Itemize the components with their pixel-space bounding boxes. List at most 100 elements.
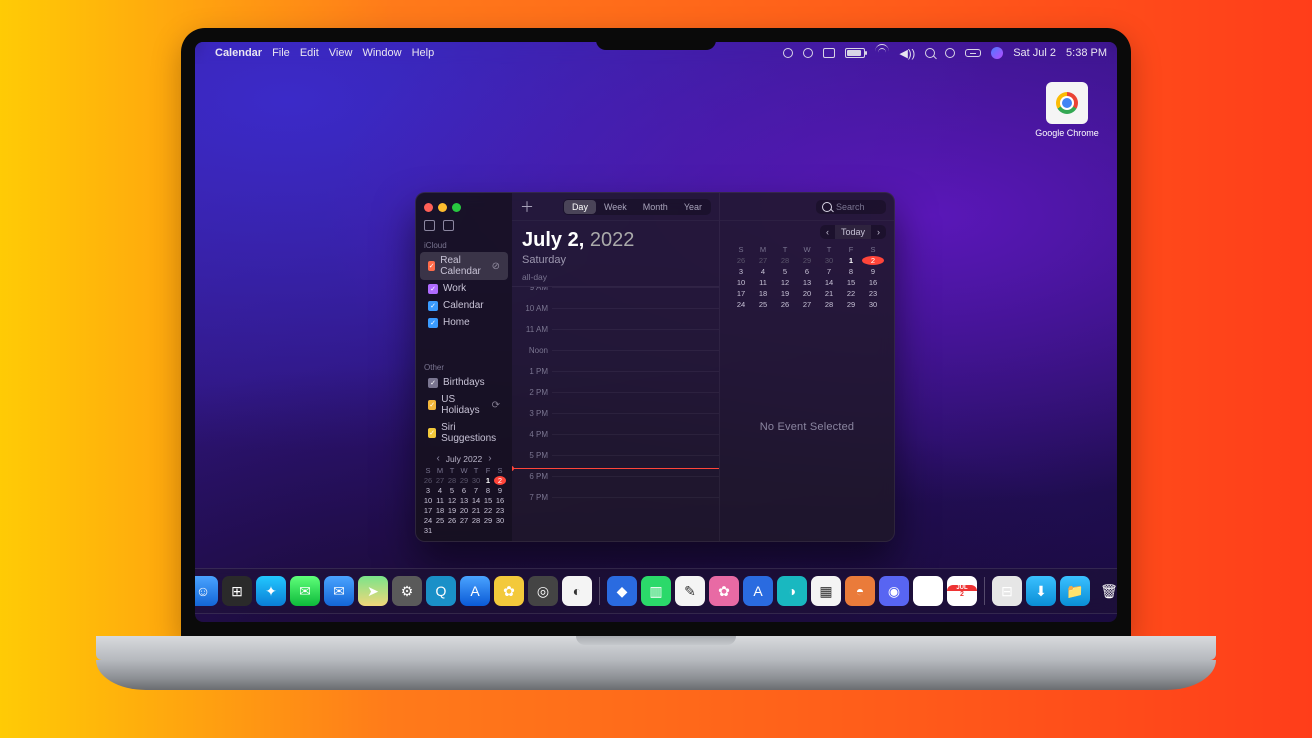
dock-desktop-folder[interactable]: ⊟ <box>992 576 1022 606</box>
mini-day[interactable]: 22 <box>840 289 862 298</box>
mini-day[interactable]: 11 <box>434 496 446 505</box>
menu-edit[interactable]: Edit <box>300 47 319 59</box>
dock-app[interactable]: ✿ <box>709 576 739 606</box>
mini-day[interactable]: 23 <box>494 506 506 515</box>
checkbox-icon[interactable]: ✓ <box>428 428 436 438</box>
dock-folder[interactable]: 📁 <box>1060 576 1090 606</box>
sidebar-item[interactable]: ✓US Holidays⟳ <box>420 391 508 419</box>
segment-month[interactable]: Month <box>635 200 676 214</box>
today-button[interactable]: Today <box>835 225 871 239</box>
dock-app[interactable]: ✎ <box>675 576 705 606</box>
mini-day[interactable]: 26 <box>774 300 796 309</box>
mini-day[interactable]: 28 <box>818 300 840 309</box>
menubar-extra-icon[interactable] <box>783 48 793 58</box>
search-input[interactable]: Search <box>816 200 886 214</box>
sidebar-item[interactable]: ✓Work <box>420 280 508 297</box>
add-event-button[interactable]: ＋ <box>520 200 534 214</box>
dock-maps[interactable]: ➤ <box>358 576 388 606</box>
mini-day[interactable]: 31 <box>422 526 434 535</box>
sidebar-item[interactable]: ✓Birthdays <box>420 374 508 391</box>
mini-day[interactable]: 24 <box>730 300 752 309</box>
checkbox-icon[interactable]: ✓ <box>428 261 435 271</box>
mini-day[interactable]: 6 <box>796 267 818 276</box>
menubar-extra-icon[interactable] <box>803 48 813 58</box>
dock-app[interactable]: ◓ <box>845 576 875 606</box>
mini-day[interactable]: 25 <box>434 516 446 525</box>
menu-window[interactable]: Window <box>362 47 401 59</box>
dock-app[interactable]: ✿ <box>494 576 524 606</box>
mini-day[interactable]: 29 <box>482 516 494 525</box>
mini-day[interactable]: 21 <box>818 289 840 298</box>
mini-day[interactable]: 23 <box>862 289 884 298</box>
mini-day[interactable]: 27 <box>458 516 470 525</box>
segment-day[interactable]: Day <box>564 200 596 214</box>
mini-day[interactable]: 14 <box>818 278 840 287</box>
mini-day[interactable]: 27 <box>796 300 818 309</box>
checkbox-icon[interactable]: ✓ <box>428 318 438 328</box>
mini-day[interactable]: 26 <box>730 256 752 265</box>
dock-slack[interactable]: ✱ <box>913 576 943 606</box>
hour-grid[interactable]: 9 AM10 AM11 AMNoon1 PM2 PM3 PM4 PM5 PM6 … <box>512 287 719 541</box>
mini-day[interactable]: 25 <box>752 300 774 309</box>
dock-app[interactable]: ◆ <box>607 576 637 606</box>
mini-day[interactable]: 19 <box>446 506 458 515</box>
mini-day[interactable]: 5 <box>774 267 796 276</box>
mini-day[interactable]: 2 <box>494 476 506 485</box>
menu-file[interactable]: File <box>272 47 290 59</box>
menubar-time[interactable]: 5:38 PM <box>1066 47 1107 59</box>
mini-day[interactable]: 8 <box>482 486 494 495</box>
dock-trash[interactable]: 🗑 <box>1094 576 1117 606</box>
dock-messages[interactable]: ✉ <box>290 576 320 606</box>
share-icon[interactable]: ⟳ <box>492 400 500 411</box>
mini-day[interactable]: 1 <box>482 476 494 485</box>
mini-day[interactable]: 14 <box>470 496 482 505</box>
search-icon[interactable] <box>925 48 935 58</box>
dock-trello[interactable]: ▦ <box>811 576 841 606</box>
mini-day[interactable]: 12 <box>774 278 796 287</box>
mini-day[interactable]: 30 <box>494 516 506 525</box>
menu-help[interactable]: Help <box>412 47 435 59</box>
dock-quicktime[interactable]: Q <box>426 576 456 606</box>
sidebar-item[interactable]: ✓Home <box>420 314 508 331</box>
mini-day[interactable]: 9 <box>494 486 506 495</box>
mini-day[interactable]: 8 <box>840 267 862 276</box>
mini-day[interactable]: 16 <box>862 278 884 287</box>
dock-mail[interactable]: ✉ <box>324 576 354 606</box>
display-icon[interactable] <box>823 48 835 58</box>
mini-day[interactable]: 22 <box>482 506 494 515</box>
mini-day[interactable]: 28 <box>446 476 458 485</box>
mini-day[interactable]: 29 <box>840 300 862 309</box>
mini-day[interactable] <box>434 526 446 535</box>
mini-day[interactable]: 24 <box>422 516 434 525</box>
mini-day[interactable]: 13 <box>796 278 818 287</box>
mini-day[interactable]: 21 <box>470 506 482 515</box>
mini-day[interactable]: 3 <box>730 267 752 276</box>
mini-day[interactable]: 19 <box>774 289 796 298</box>
next-day-button[interactable]: › <box>871 225 886 239</box>
mini-day[interactable]: 15 <box>482 496 494 505</box>
mini-day[interactable]: 10 <box>422 496 434 505</box>
mini-day[interactable]: 9 <box>862 267 884 276</box>
checkbox-icon[interactable]: ✓ <box>428 378 438 388</box>
mini-day[interactable]: 26 <box>422 476 434 485</box>
sidebar-item[interactable]: ✓Siri Suggestions <box>420 419 508 447</box>
close-button[interactable] <box>424 203 433 212</box>
checkbox-icon[interactable]: ✓ <box>428 301 438 311</box>
mini-next-button[interactable]: › <box>488 453 491 464</box>
dock-downloads[interactable]: ⬇ <box>1026 576 1056 606</box>
mini-day[interactable]: 30 <box>470 476 482 485</box>
share-icon[interactable]: ⊘ <box>492 261 500 272</box>
mini-day[interactable]: 15 <box>840 278 862 287</box>
mini-day[interactable]: 16 <box>494 496 506 505</box>
mini-day[interactable]: 30 <box>862 300 884 309</box>
mini-day[interactable]: 13 <box>458 496 470 505</box>
user-icon[interactable] <box>945 48 955 58</box>
dock-safari[interactable]: ✦ <box>256 576 286 606</box>
segment-year[interactable]: Year <box>676 200 710 214</box>
all-day-row[interactable]: all-day <box>512 268 719 287</box>
dock-appstore[interactable]: A <box>460 576 490 606</box>
mini-day[interactable]: 4 <box>434 486 446 495</box>
sidebar-item[interactable]: ✓Calendar <box>420 297 508 314</box>
mini-prev-button[interactable]: ‹ <box>436 453 439 464</box>
mini-day[interactable]: 4 <box>752 267 774 276</box>
